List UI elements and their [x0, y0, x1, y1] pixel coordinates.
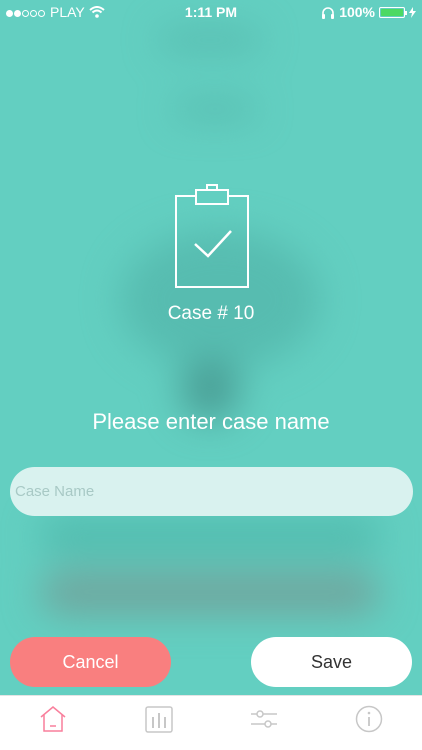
sliders-icon[interactable] [249, 704, 279, 734]
headphones-icon [322, 6, 335, 19]
case-name-input[interactable] [10, 467, 413, 516]
case-title: Case # 10 [167, 303, 255, 324]
blur-shape [160, 30, 260, 50]
info-icon[interactable] [354, 704, 384, 734]
home-icon[interactable] [38, 704, 68, 734]
cancel-button[interactable]: Cancel [10, 637, 171, 687]
clipboard-check-icon [175, 184, 249, 288]
battery-icon [379, 6, 407, 18]
tab-bar [0, 695, 422, 750]
case-name-prompt: Please enter case name [92, 409, 330, 434]
save-button[interactable]: Save [251, 637, 412, 687]
blur-shape [175, 100, 255, 118]
blur-shape [40, 570, 380, 615]
battery-percent: 100% [339, 4, 375, 20]
status-bar: PLAY 1:11 PM 100% [0, 0, 422, 24]
charging-icon [409, 6, 416, 18]
bar-chart-icon[interactable] [144, 704, 174, 734]
blurred-background [0, 0, 422, 695]
status-right: 100% [321, 4, 416, 20]
blur-shape [40, 520, 380, 550]
